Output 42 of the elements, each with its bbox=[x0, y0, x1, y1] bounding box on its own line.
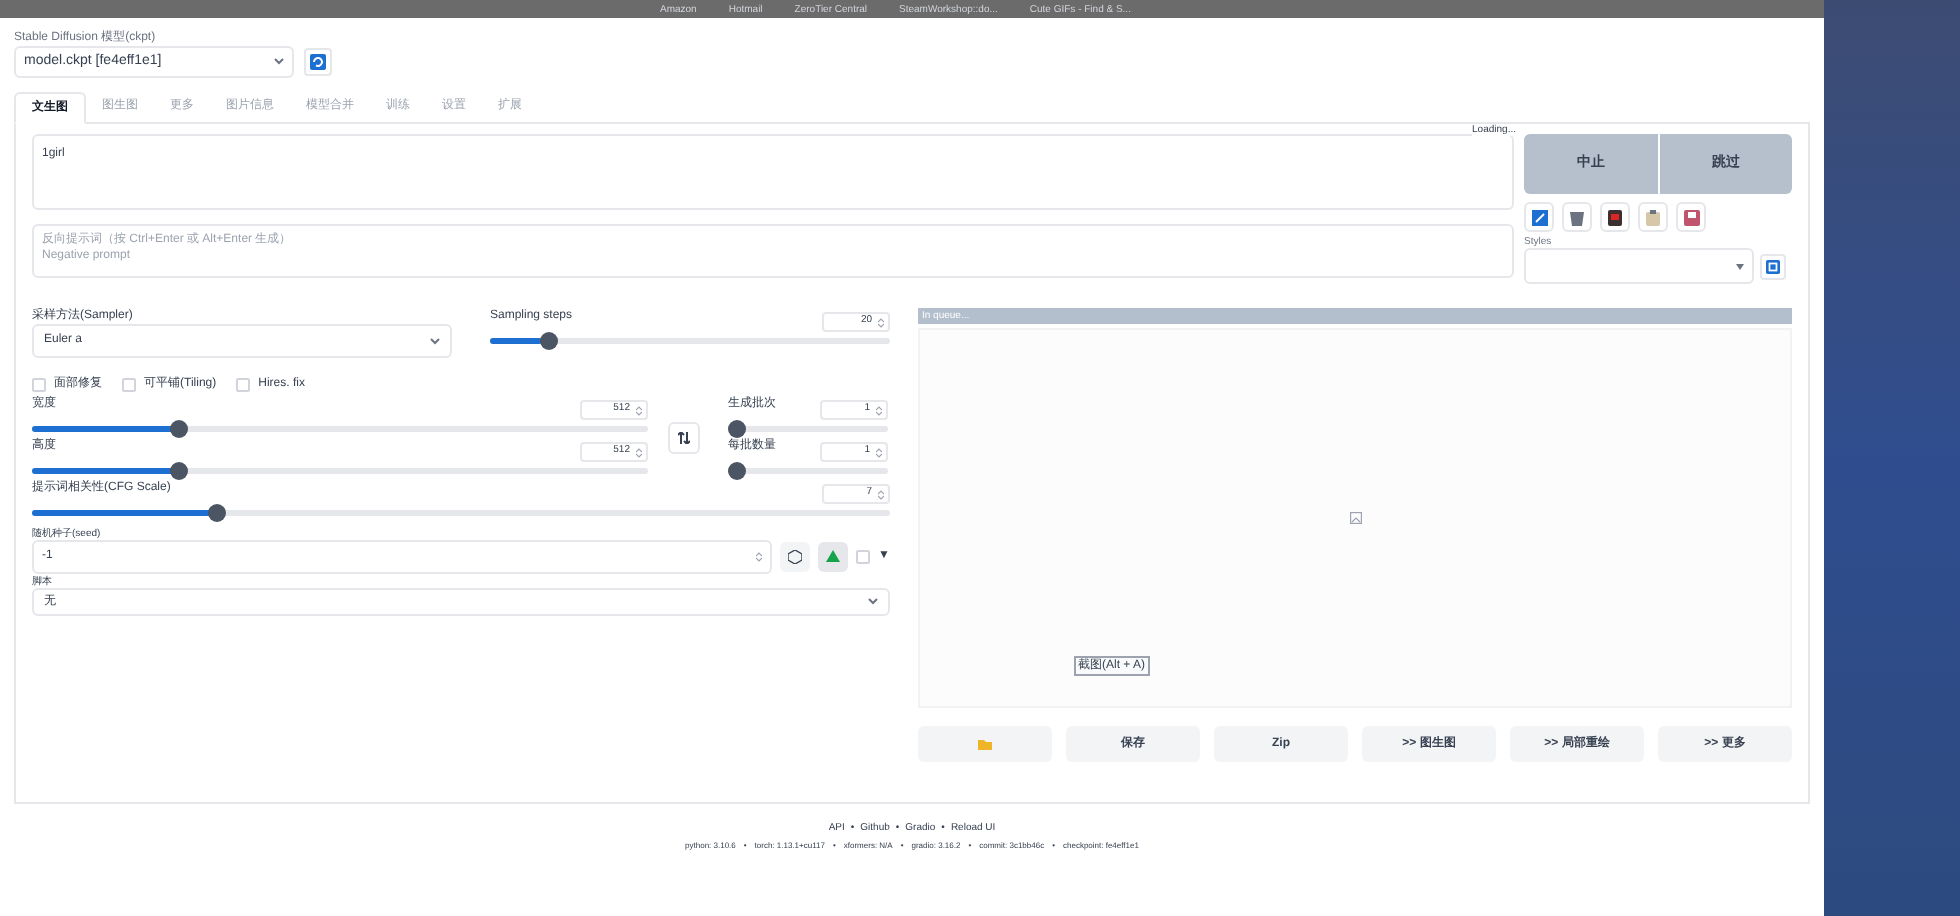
slider-thumb[interactable] bbox=[208, 504, 227, 522]
save-style-button[interactable] bbox=[1676, 202, 1706, 232]
slider-thumb[interactable] bbox=[539, 332, 558, 350]
dice-icon bbox=[788, 550, 803, 564]
refresh-button[interactable] bbox=[304, 48, 332, 76]
pencil-icon bbox=[1531, 209, 1547, 225]
spinner-icon bbox=[756, 552, 763, 562]
chevron-down-icon bbox=[274, 58, 284, 66]
card-icon bbox=[1608, 209, 1622, 225]
spinner-icon bbox=[876, 447, 882, 457]
spinner-icon bbox=[878, 489, 884, 499]
clipboard-icon bbox=[1646, 209, 1660, 225]
trash-icon bbox=[1570, 209, 1584, 225]
swap-dimensions-button[interactable] bbox=[668, 422, 700, 454]
caret-icon bbox=[1736, 263, 1744, 269]
edit-button[interactable] bbox=[1524, 202, 1554, 232]
checkbox[interactable] bbox=[32, 377, 46, 391]
slider-thumb[interactable] bbox=[169, 420, 188, 438]
clipboard-button[interactable] bbox=[1638, 202, 1668, 232]
checkbox[interactable] bbox=[122, 377, 136, 391]
slider-thumb[interactable] bbox=[728, 462, 746, 480]
spinner-icon bbox=[636, 405, 642, 415]
checkbox[interactable] bbox=[236, 377, 251, 391]
trash-button[interactable] bbox=[1562, 202, 1592, 232]
spinner-icon bbox=[876, 405, 882, 415]
slider-thumb[interactable] bbox=[728, 420, 746, 438]
recycle-icon bbox=[826, 550, 841, 564]
spinner-icon bbox=[878, 317, 884, 327]
refresh-icon bbox=[310, 54, 326, 70]
refresh-button[interactable] bbox=[1760, 253, 1786, 279]
random-seed-button[interactable] bbox=[780, 542, 811, 572]
swap-arrows-icon bbox=[678, 432, 690, 444]
card-button[interactable] bbox=[1600, 202, 1630, 232]
reuse-seed-button[interactable] bbox=[818, 542, 849, 572]
folder-icon bbox=[978, 739, 992, 749]
spinner-icon bbox=[636, 447, 642, 457]
slider-thumb[interactable] bbox=[169, 462, 188, 480]
image-icon bbox=[1349, 512, 1361, 524]
refresh-icon bbox=[1766, 259, 1780, 273]
chevron-down-icon bbox=[868, 598, 878, 606]
chevron-down-icon bbox=[430, 337, 440, 345]
checkbox[interactable] bbox=[856, 550, 871, 564]
